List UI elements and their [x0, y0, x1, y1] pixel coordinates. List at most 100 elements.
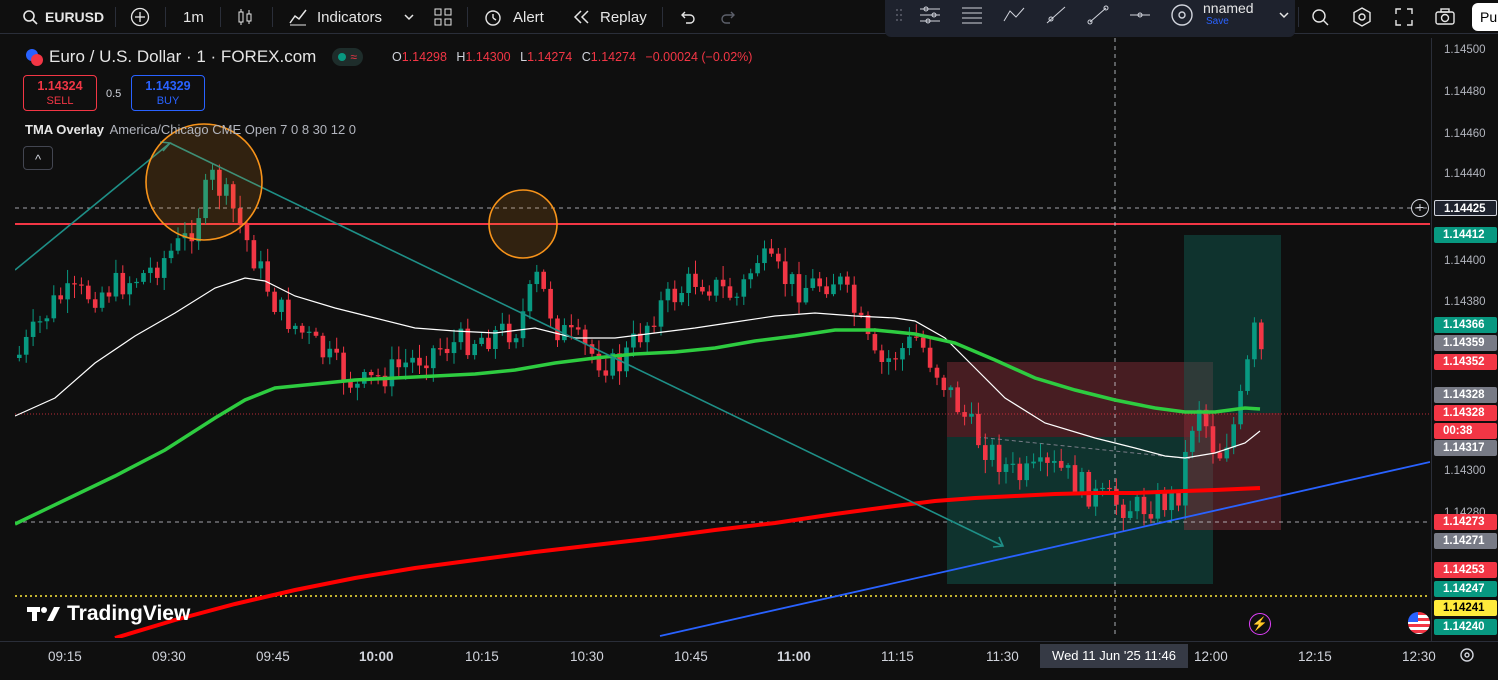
market-open-dot-icon	[338, 53, 347, 61]
layouts-button[interactable]	[433, 0, 453, 34]
trend-line-icon[interactable]	[1081, 0, 1115, 30]
candle	[617, 344, 622, 385]
candle-body	[444, 348, 450, 354]
buy-button[interactable]: 1.14329 BUY	[131, 75, 205, 111]
replay-button[interactable]: Replay	[572, 0, 647, 34]
candle-body	[1024, 463, 1029, 481]
us-flag-icon[interactable]	[1408, 612, 1430, 634]
lightning-icon[interactable]: ⚡	[1249, 613, 1271, 635]
quick-search-button[interactable]	[1310, 0, 1330, 34]
candle-body	[1210, 426, 1216, 453]
undo-button[interactable]	[678, 0, 696, 34]
price-axis-label: 00:38	[1434, 423, 1497, 439]
alert-button[interactable]: Alert	[483, 0, 544, 34]
candle	[727, 277, 733, 301]
candle-body	[44, 318, 50, 322]
candle-body	[658, 300, 664, 327]
candle-body	[37, 321, 43, 323]
candle-body	[86, 285, 91, 300]
candle-body	[934, 367, 940, 378]
price-axis[interactable]: 1.14500 1.14480 1.14460 1.14440 1.14400 …	[1431, 38, 1498, 641]
candle	[451, 329, 457, 364]
price-axis-label: 1.14317	[1434, 440, 1497, 456]
candle	[893, 351, 898, 371]
candle-body	[1259, 322, 1264, 350]
candle-body	[500, 323, 505, 331]
candle	[299, 323, 305, 339]
candle	[782, 247, 788, 297]
candle-body	[417, 357, 422, 366]
redo-button[interactable]	[720, 0, 738, 34]
sell-button[interactable]: 1.14324 SELL	[23, 75, 97, 111]
layout-dropdown[interactable]	[1277, 0, 1291, 30]
candle-body	[513, 338, 519, 343]
candle	[672, 280, 678, 311]
path-icon[interactable]	[997, 0, 1031, 30]
drag-handle-icon[interactable]	[893, 0, 905, 30]
settings-button[interactable]	[1352, 0, 1372, 34]
candle-body	[1217, 452, 1223, 459]
candle-body	[279, 299, 284, 312]
interval-button[interactable]: 1m	[183, 0, 204, 34]
search-icon	[23, 10, 38, 25]
candle-body	[1052, 460, 1057, 463]
candle-body	[127, 283, 132, 295]
compare-symbol-button[interactable]	[130, 0, 150, 34]
candle-body	[258, 261, 264, 269]
candle-body	[851, 284, 857, 313]
candle	[161, 250, 167, 290]
time-tick: 09:15	[48, 649, 82, 664]
candle	[272, 287, 277, 315]
indicators-button[interactable]: Indicators	[288, 0, 382, 34]
symbol-legend[interactable]: Euro / U.S. Dollar · 1 · FOREX.com ≈	[25, 47, 363, 67]
market-status-badge[interactable]: ≈	[332, 48, 363, 66]
candle-body	[244, 224, 250, 241]
layout-avatar-icon[interactable]	[1165, 0, 1199, 30]
add-alert-plus-icon[interactable]: +	[1411, 199, 1429, 217]
candle-body	[148, 267, 153, 274]
candle	[803, 274, 809, 305]
candle-body	[1107, 487, 1112, 490]
candle-body	[755, 263, 760, 274]
candle-body	[348, 381, 353, 388]
indicators-dropdown[interactable]	[403, 0, 415, 34]
candle-body	[17, 354, 22, 358]
legend-collapse-button[interactable]: ^	[23, 146, 53, 170]
ray-icon[interactable]	[1039, 0, 1073, 30]
sliders-icon[interactable]	[913, 0, 947, 30]
candle	[693, 260, 698, 295]
horizontal-line-icon[interactable]	[1123, 0, 1157, 30]
candle	[251, 234, 257, 271]
candle-body	[527, 284, 533, 312]
candle-body	[548, 288, 553, 319]
candle-body	[948, 387, 954, 391]
chart-type-button[interactable]	[235, 0, 255, 34]
candle-body	[30, 321, 36, 337]
candle-body	[720, 279, 726, 287]
publish-button[interactable]: Pu	[1472, 3, 1498, 31]
candle-body	[1038, 457, 1043, 462]
snapshot-button[interactable]	[1434, 0, 1456, 34]
time-tick: 10:30	[570, 649, 604, 664]
candle	[713, 277, 719, 302]
candle-body	[155, 267, 160, 278]
tradingview-watermark[interactable]: TradingView	[27, 602, 190, 626]
candle	[155, 261, 160, 286]
time-tick: 10:45	[674, 649, 708, 664]
indicator-legend[interactable]: TMA Overlay America/Chicago CME Open 7 0…	[25, 122, 356, 137]
candle-body	[1162, 493, 1167, 511]
time-axis[interactable]: 09:15 09:30 09:45 10:00 10:15 10:30 10:4…	[0, 641, 1498, 680]
buy-price: 1.14329	[145, 79, 191, 93]
price-axis-label: 1.14366	[1434, 317, 1497, 333]
candle-body	[858, 312, 864, 316]
candle-body	[962, 412, 967, 417]
candle-body	[741, 279, 747, 297]
chart-settings-gear-icon[interactable]	[1458, 646, 1476, 669]
symbol-search[interactable]: EURUSD	[22, 0, 104, 34]
candle-body	[693, 273, 698, 287]
gear-icon	[1353, 7, 1371, 27]
candle-body	[355, 383, 360, 388]
fib-levels-icon[interactable]	[955, 0, 989, 30]
layout-name-button[interactable]: nnamed Save	[1203, 0, 1273, 30]
fullscreen-button[interactable]	[1394, 0, 1414, 34]
